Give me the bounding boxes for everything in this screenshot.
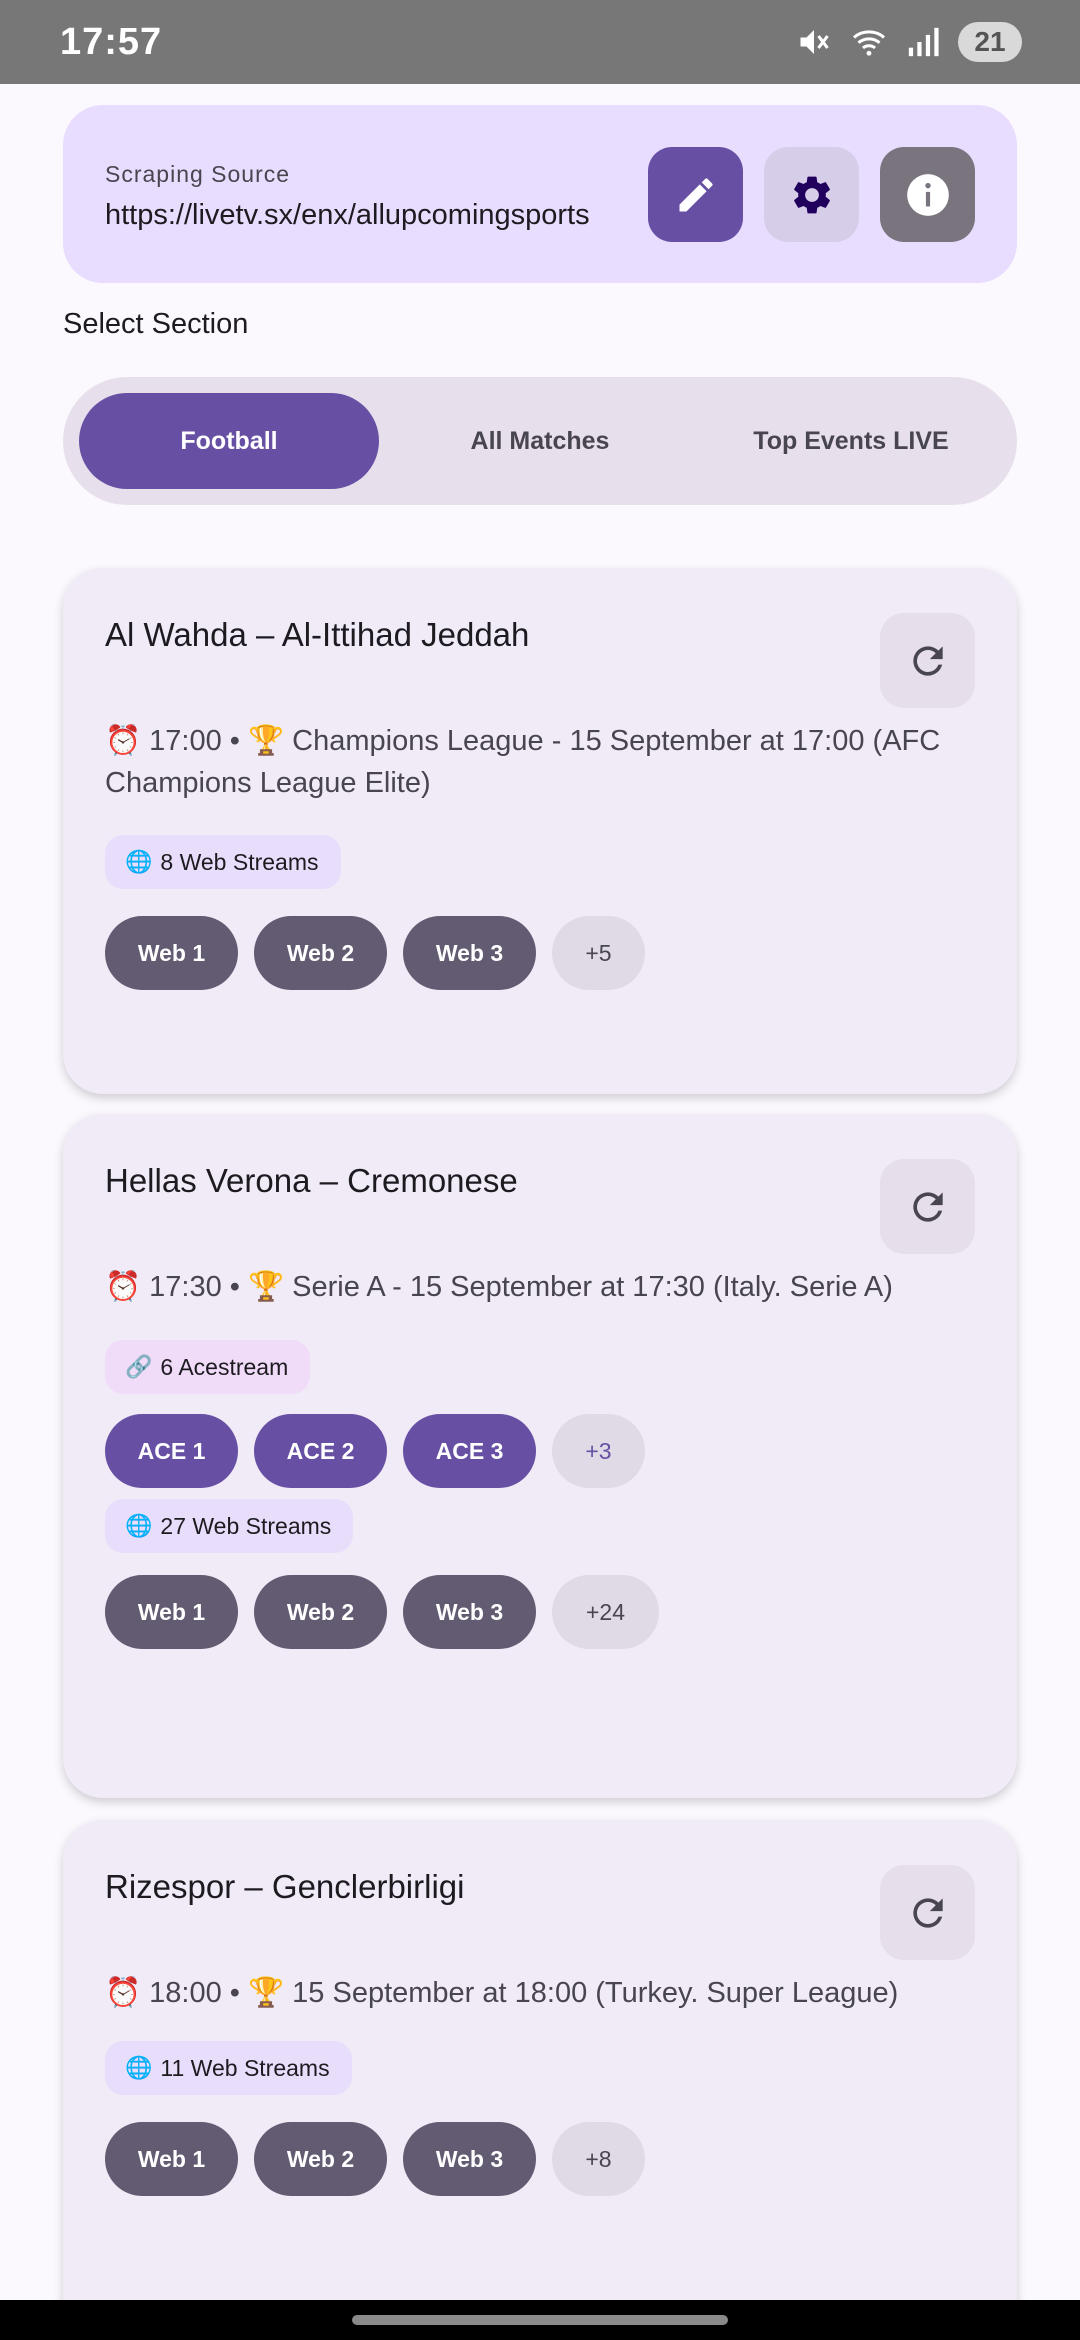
ace-stream-button[interactable]: ACE 3	[403, 1414, 536, 1488]
refresh-button[interactable]	[880, 1159, 975, 1254]
info-button[interactable]	[880, 147, 975, 242]
web-streams-count: 8 Web Streams	[160, 848, 319, 875]
acestream-count: 6 Acestream	[160, 1353, 289, 1380]
tab-top-events-live[interactable]: Top Events LIVE	[701, 393, 1001, 489]
battery-level: 21	[974, 26, 1006, 57]
web-buttons-row: Web 1 Web 2 Web 3 +5	[105, 916, 645, 990]
status-icons: 21	[796, 22, 1022, 62]
refresh-icon	[912, 645, 943, 676]
wifi-icon	[852, 30, 886, 56]
info-icon	[906, 173, 949, 216]
web-stream-button[interactable]: Web 1	[105, 916, 238, 990]
web-streams-count: 11 Web Streams	[160, 2054, 330, 2081]
ace-stream-button[interactable]: ACE 1	[105, 1414, 238, 1488]
refresh-icon	[912, 1897, 943, 1928]
match-card: Al Wahda – Al-Ittihad Jeddah ⏰ 17:00 • 🏆…	[63, 568, 1017, 1094]
web-stream-button[interactable]: Web 2	[254, 916, 387, 990]
globe-icon: 🌐	[125, 849, 153, 874]
globe-icon: 🌐	[125, 1513, 153, 1538]
more-web-streams-button[interactable]: +24	[552, 1575, 659, 1649]
link-icon: 🔗	[125, 1354, 153, 1379]
ace-buttons-row: ACE 1 ACE 2 ACE 3 +3	[105, 1414, 645, 1488]
settings-button[interactable]	[764, 147, 859, 242]
match-title: Rizespor – Genclerbirligi	[105, 1868, 465, 1905]
gear-icon	[793, 176, 830, 213]
refresh-icon	[912, 1191, 943, 1222]
web-stream-button[interactable]: Web 3	[403, 2122, 536, 2196]
source-url: https://livetv.sx/enx/allupcomingsports	[105, 199, 590, 231]
more-ace-streams-button[interactable]: +3	[552, 1414, 645, 1488]
web-stream-button[interactable]: Web 2	[254, 1575, 387, 1649]
web-streams-chip: 🌐 11 Web Streams	[105, 2041, 352, 2095]
web-buttons-row: Web 1 Web 2 Web 3 +8	[105, 2122, 645, 2196]
tab-all-matches[interactable]: All Matches	[390, 393, 690, 489]
match-info: ⏰ 18:00 • 🏆 15 September at 18:00 (Turke…	[105, 1977, 899, 2009]
globe-icon: 🌐	[125, 2055, 153, 2080]
scraping-source-card: Scraping Source https://livetv.sx/enx/al…	[63, 105, 1017, 283]
match-info: ⏰ 17:30 • 🏆 Serie A - 15 September at 17…	[105, 1271, 893, 1303]
match-title: Hellas Verona – Cremonese	[105, 1162, 518, 1199]
source-label: Scraping Source	[105, 161, 291, 187]
ace-stream-button[interactable]: ACE 2	[254, 1414, 387, 1488]
match-card: Hellas Verona – Cremonese ⏰ 17:30 • 🏆 Se…	[63, 1114, 1017, 1798]
web-streams-count: 27 Web Streams	[160, 1512, 332, 1539]
web-stream-button[interactable]: Web 1	[105, 1575, 238, 1649]
status-bar: 17:57 21	[0, 0, 1080, 84]
gesture-handle[interactable]	[352, 2315, 728, 2325]
web-stream-button[interactable]: Web 3	[403, 1575, 536, 1649]
web-stream-button[interactable]: Web 1	[105, 2122, 238, 2196]
mute-icon	[800, 30, 829, 54]
web-stream-button[interactable]: Web 3	[403, 916, 536, 990]
acestream-chip: 🔗 6 Acestream	[105, 1340, 311, 1394]
web-buttons-row: Web 1 Web 2 Web 3 +24	[105, 1575, 659, 1649]
battery-indicator: 21	[958, 22, 1022, 62]
refresh-button[interactable]	[880, 1865, 975, 1960]
match-title: Al Wahda – Al-Ittihad Jeddah	[105, 616, 530, 653]
more-web-streams-button[interactable]: +5	[552, 916, 645, 990]
refresh-button[interactable]	[880, 613, 975, 708]
pencil-icon	[679, 177, 713, 211]
tab-football[interactable]: Football	[79, 393, 379, 489]
section-title: Select Section	[63, 308, 249, 340]
signal-icon	[908, 27, 939, 57]
edit-button[interactable]	[648, 147, 743, 242]
web-streams-chip: 🌐 8 Web Streams	[105, 835, 341, 889]
section-tabs: Football All Matches Top Events LIVE	[63, 377, 1017, 505]
web-stream-button[interactable]: Web 2	[254, 2122, 387, 2196]
more-web-streams-button[interactable]: +8	[552, 2122, 645, 2196]
web-streams-chip: 🌐 27 Web Streams	[105, 1499, 354, 1553]
status-time: 17:57	[60, 20, 163, 63]
match-info: ⏰ 17:00 • 🏆 Champions League - 15 Septem…	[105, 725, 941, 799]
match-card: Rizespor – Genclerbirligi ⏰ 18:00 • 🏆 15…	[63, 1820, 1017, 2340]
